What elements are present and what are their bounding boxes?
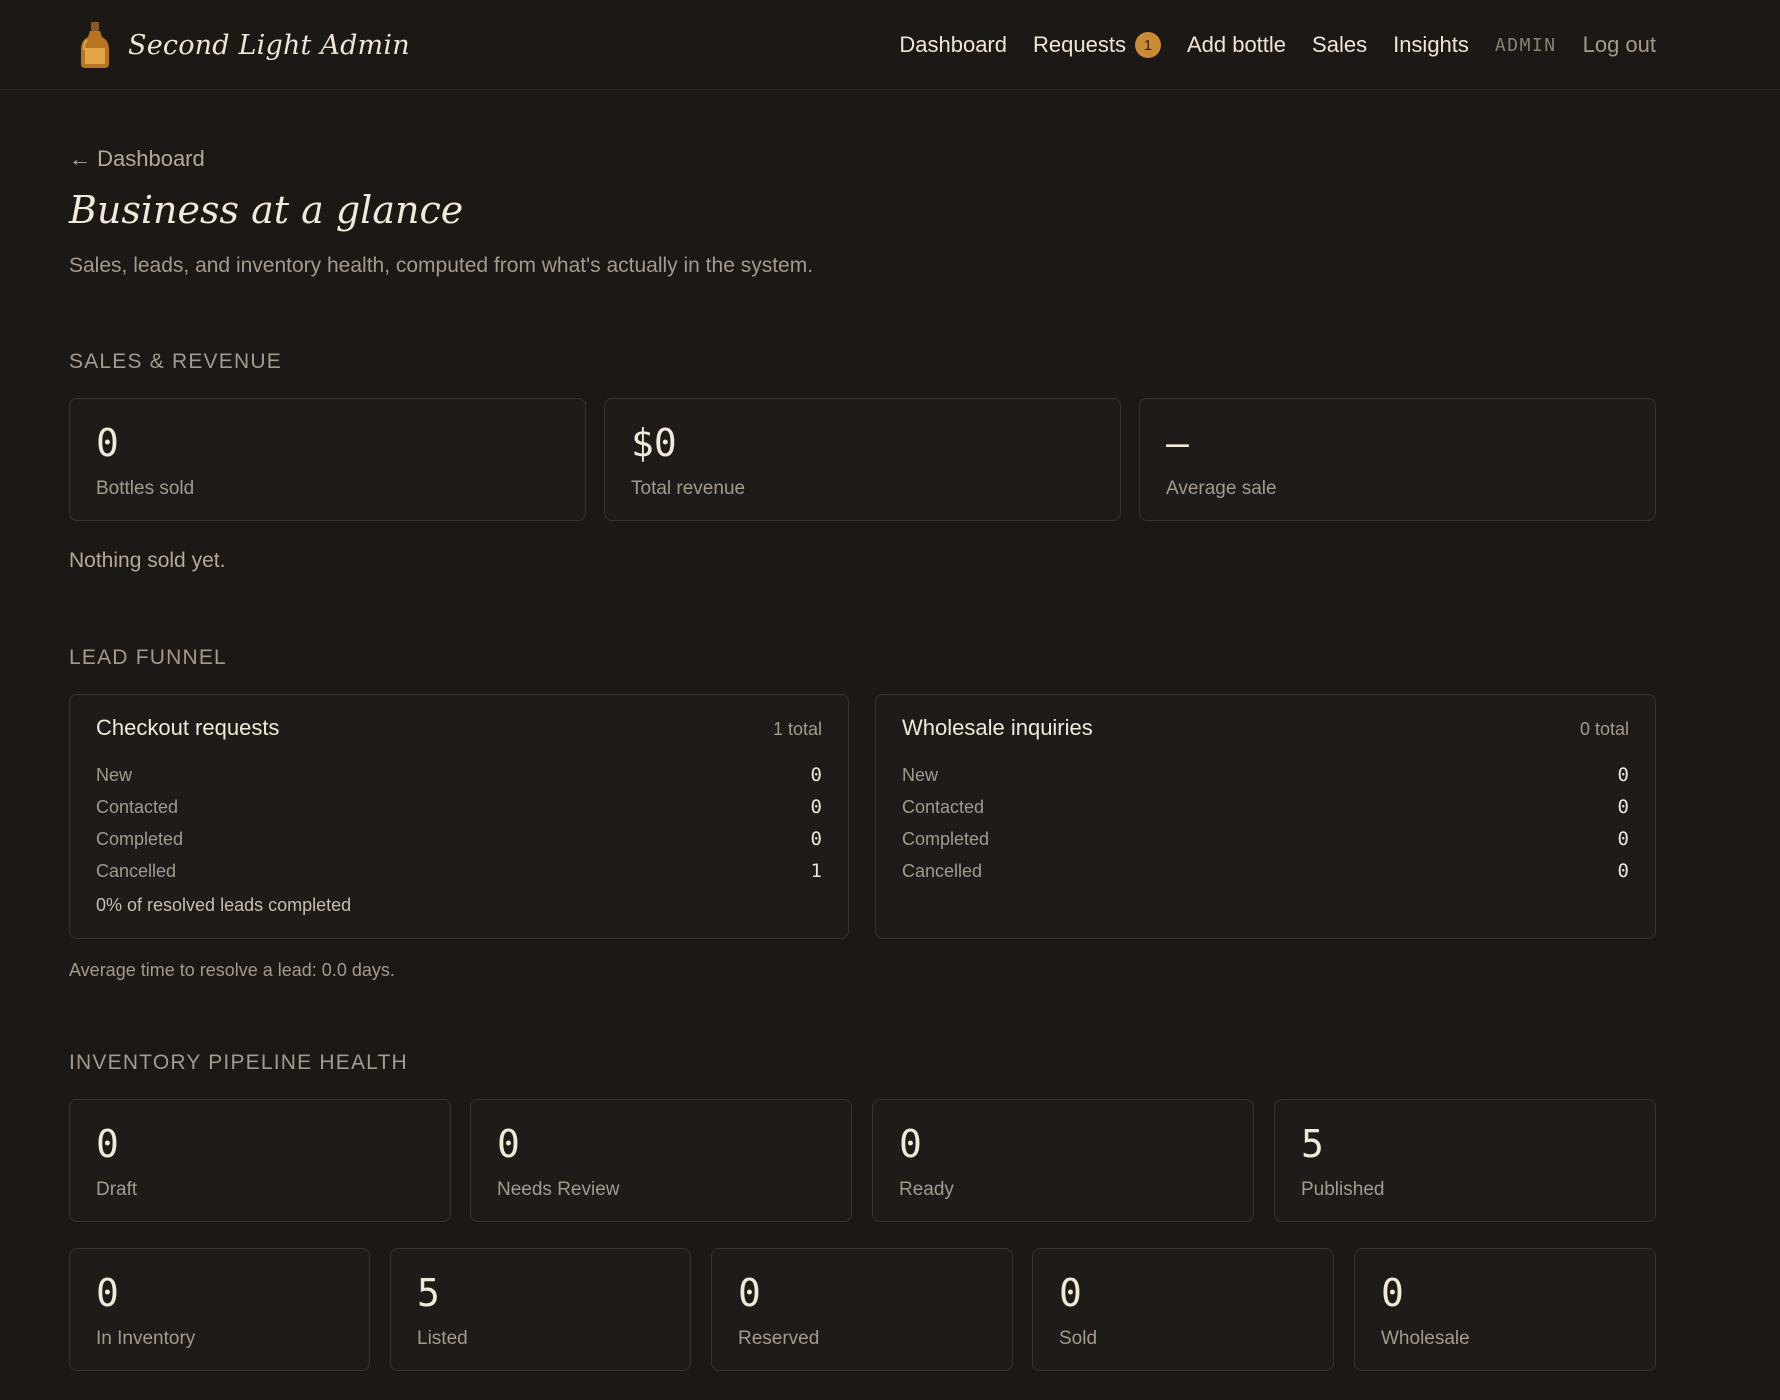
row-label: Cancelled — [902, 860, 983, 881]
nav-add-bottle[interactable]: Add bottle — [1187, 32, 1286, 58]
stat-listed: 5 Listed — [390, 1248, 691, 1371]
stat-draft: 0 Draft — [69, 1099, 451, 1222]
stat-value: 0 — [96, 1122, 119, 1166]
stat-value: $0 — [631, 421, 677, 465]
stat-value: 5 — [417, 1271, 440, 1315]
stat-label: Needs Review — [497, 1179, 620, 1200]
stat-label: Bottles sold — [96, 478, 195, 499]
stat-label: In Inventory — [96, 1328, 196, 1349]
card-total: 0 total — [1579, 719, 1629, 739]
stat-label: Ready — [899, 1179, 954, 1200]
stat-label: Sold — [1059, 1328, 1098, 1349]
stat-sold: 0 Sold — [1032, 1248, 1334, 1371]
stat-value: 0 — [497, 1122, 520, 1166]
checkout-requests-card: Checkout requests 1 total New 0 Contacte… — [69, 694, 849, 939]
funnel-row-new: New 0 — [902, 759, 1629, 791]
brand-name: Second Light Admin — [128, 29, 410, 61]
bottle-icon — [78, 20, 112, 70]
row-label: Completed — [96, 828, 184, 849]
funnel-row-new: New 0 — [96, 759, 822, 791]
stat-label: Average sale — [1166, 478, 1277, 499]
card-total: 1 total — [772, 719, 822, 739]
user-role-label: ADMIN — [1494, 34, 1557, 56]
nav-requests-label: Requests — [1033, 32, 1126, 57]
stat-value: 0 — [738, 1271, 761, 1315]
row-label: New — [96, 764, 133, 785]
card-title: Wholesale inquiries — [902, 715, 1093, 740]
row-value: 0 — [810, 764, 822, 786]
row-label: Contacted — [902, 796, 985, 817]
back-to-dashboard-link[interactable]: ← Dashboard — [69, 146, 205, 172]
stat-value: 0 — [1381, 1271, 1404, 1315]
completion-rate: 0% of resolved leads completed — [96, 895, 352, 915]
stat-reserved: 0 Reserved — [711, 1248, 1013, 1371]
funnel-row-cancelled: Cancelled 1 — [96, 855, 822, 887]
card-title: Checkout requests — [96, 715, 280, 740]
brand[interactable]: Second Light Admin — [78, 20, 410, 70]
average-resolve-time: Average time to resolve a lead: 0.0 days… — [69, 960, 395, 980]
sales-section-title: Sales & Revenue — [69, 350, 282, 373]
stat-value: 0 — [1059, 1271, 1082, 1315]
row-value: 0 — [810, 828, 822, 850]
stat-value: 5 — [1301, 1122, 1324, 1166]
stat-total-revenue: $0 Total revenue — [604, 398, 1121, 521]
nav-requests[interactable]: Requests 1 — [1033, 32, 1161, 58]
inventory-section-title: Inventory Pipeline Health — [69, 1051, 408, 1074]
requests-count-badge: 1 — [1134, 32, 1161, 58]
stat-bottles-sold: 0 Bottles sold — [69, 398, 586, 521]
funnel-row-cancelled: Cancelled 0 — [902, 855, 1629, 887]
stat-value: — — [1166, 421, 1189, 465]
stat-published: 5 Published — [1274, 1099, 1656, 1222]
logout-link[interactable]: Log out — [1583, 32, 1656, 58]
page-subtitle: Sales, leads, and inventory health, comp… — [69, 254, 814, 277]
nav-sales[interactable]: Sales — [1312, 32, 1367, 58]
row-value: 0 — [1617, 828, 1629, 850]
stat-label: Draft — [96, 1179, 138, 1200]
stat-average-sale: — Average sale — [1139, 398, 1656, 521]
row-value: 0 — [1617, 796, 1629, 818]
stat-label: Total revenue — [631, 478, 746, 499]
wholesale-inquiries-card: Wholesale inquiries 0 total New 0 Contac… — [875, 694, 1656, 939]
row-value: 0 — [1617, 860, 1629, 882]
row-label: Contacted — [96, 796, 179, 817]
stat-needs-review: 0 Needs Review — [470, 1099, 852, 1222]
row-label: Completed — [902, 828, 990, 849]
stat-wholesale: 0 Wholesale — [1354, 1248, 1656, 1371]
stat-value: 0 — [899, 1122, 922, 1166]
funnel-row-completed: Completed 0 — [902, 823, 1629, 855]
nav-dashboard[interactable]: Dashboard — [899, 32, 1007, 58]
stat-value: 0 — [96, 421, 119, 465]
sales-empty-note: Nothing sold yet. — [69, 549, 226, 572]
row-label: Cancelled — [96, 860, 177, 881]
row-label: New — [902, 764, 939, 785]
stat-in-inventory: 0 In Inventory — [69, 1248, 370, 1371]
stat-label: Published — [1301, 1179, 1385, 1200]
top-navigation-bar: Second Light Admin Dashboard Requests 1 … — [0, 0, 1780, 90]
row-value: 0 — [810, 796, 822, 818]
funnel-row-contacted: Contacted 0 — [902, 791, 1629, 823]
funnel-section-title: Lead Funnel — [69, 646, 227, 669]
stat-value: 0 — [96, 1271, 119, 1315]
stat-label: Reserved — [738, 1328, 820, 1349]
main-nav: Dashboard Requests 1 Add bottle Sales In… — [899, 26, 1656, 64]
stat-ready: 0 Ready — [872, 1099, 1254, 1222]
page-title: Business at a glance — [69, 188, 464, 232]
row-value: 0 — [1617, 764, 1629, 786]
stat-label: Wholesale — [1381, 1328, 1470, 1349]
funnel-row-contacted: Contacted 0 — [96, 791, 822, 823]
funnel-row-completed: Completed 0 — [96, 823, 822, 855]
row-value: 1 — [810, 860, 822, 882]
stat-label: Listed — [417, 1328, 468, 1349]
nav-insights[interactable]: Insights — [1393, 32, 1469, 58]
